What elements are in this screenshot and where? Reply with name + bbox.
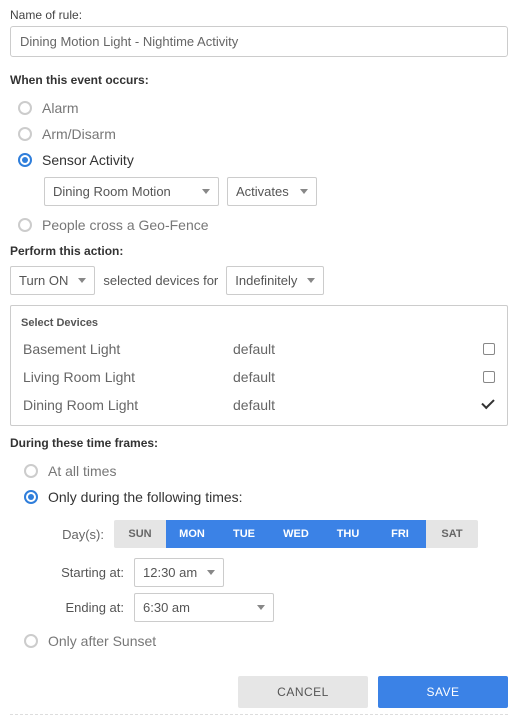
rule-name-input[interactable] <box>10 26 508 57</box>
day-toggle[interactable]: SUN <box>114 520 166 548</box>
chevron-down-icon <box>202 189 210 194</box>
radio-label: Only during the following times: <box>48 489 243 505</box>
radio-icon <box>24 490 38 504</box>
device-row[interactable]: Living Room Lightdefault <box>21 363 497 391</box>
start-time-select[interactable]: 12:30 am <box>134 558 224 587</box>
device-name: Basement Light <box>23 341 233 357</box>
name-label: Name of rule: <box>10 8 508 22</box>
day-toggle[interactable]: WED <box>270 520 322 548</box>
day-toggle[interactable]: SAT <box>426 520 478 548</box>
radio-label: Sensor Activity <box>42 152 134 168</box>
radio-icon <box>18 218 32 232</box>
day-toggle[interactable]: TUE <box>218 520 270 548</box>
radio-label: Only after Sunset <box>48 633 156 649</box>
event-section-title: When this event occurs: <box>10 73 508 87</box>
radio-icon <box>18 127 32 141</box>
select-value: Turn ON <box>19 273 68 288</box>
devices-fieldset: Select Devices Basement LightdefaultLivi… <box>10 305 508 426</box>
select-value: 6:30 am <box>143 600 190 615</box>
day-toggle[interactable]: FRI <box>374 520 426 548</box>
device-value: default <box>233 397 481 413</box>
select-value: 12:30 am <box>143 565 197 580</box>
event-option-alarm[interactable]: Alarm <box>10 95 508 121</box>
time-option-all[interactable]: At all times <box>10 458 508 484</box>
event-option-sensor[interactable]: Sensor Activity <box>10 147 508 173</box>
select-value: Indefinitely <box>235 273 297 288</box>
chevron-down-icon <box>300 189 308 194</box>
chevron-down-icon <box>307 278 315 283</box>
radio-icon <box>24 464 38 478</box>
radio-label: Alarm <box>42 100 79 116</box>
sensor-action-select[interactable]: Activates <box>227 177 317 206</box>
radio-label: People cross a Geo-Fence <box>42 217 209 233</box>
chevron-down-icon <box>78 278 86 283</box>
radio-icon <box>18 101 32 115</box>
day-toggle[interactable]: MON <box>166 520 218 548</box>
device-value: default <box>233 369 483 385</box>
device-row[interactable]: Basement Lightdefault <box>21 335 497 363</box>
device-row[interactable]: Dining Room Lightdefault <box>21 391 497 419</box>
sensor-device-select[interactable]: Dining Room Motion <box>44 177 219 206</box>
chevron-down-icon <box>257 605 265 610</box>
select-value: Activates <box>236 184 289 199</box>
end-label: Ending at: <box>34 600 124 615</box>
event-option-geo[interactable]: People cross a Geo-Fence <box>10 212 508 238</box>
start-label: Starting at: <box>34 565 124 580</box>
time-option-only[interactable]: Only during the following times: <box>10 484 508 510</box>
device-name: Living Room Light <box>23 369 233 385</box>
device-name: Dining Room Light <box>23 397 233 413</box>
radio-icon <box>18 153 32 167</box>
action-type-select[interactable]: Turn ON <box>10 266 95 295</box>
divider <box>10 714 508 715</box>
radio-icon <box>24 634 38 648</box>
devices-title: Select Devices <box>17 317 102 329</box>
end-time-select[interactable]: 6:30 am <box>134 593 274 622</box>
time-option-sunset[interactable]: Only after Sunset <box>10 628 508 654</box>
device-value: default <box>233 341 483 357</box>
time-section-title: During these time frames: <box>10 436 508 450</box>
radio-label: At all times <box>48 463 116 479</box>
checkbox-icon[interactable] <box>483 343 495 355</box>
days-selector: SUNMONTUEWEDTHUFRISAT <box>114 520 478 548</box>
action-section-title: Perform this action: <box>10 244 508 258</box>
checkbox-icon[interactable] <box>483 371 495 383</box>
check-icon[interactable] <box>481 398 495 412</box>
days-label: Day(s): <box>54 527 104 542</box>
chevron-down-icon <box>207 570 215 575</box>
select-value: Dining Room Motion <box>53 184 171 199</box>
radio-label: Arm/Disarm <box>42 126 116 142</box>
action-mid-text: selected devices for <box>103 273 218 288</box>
day-toggle[interactable]: THU <box>322 520 374 548</box>
save-button[interactable]: SAVE <box>378 676 508 708</box>
action-duration-select[interactable]: Indefinitely <box>226 266 324 295</box>
cancel-button[interactable]: CANCEL <box>238 676 368 708</box>
event-option-arm[interactable]: Arm/Disarm <box>10 121 508 147</box>
